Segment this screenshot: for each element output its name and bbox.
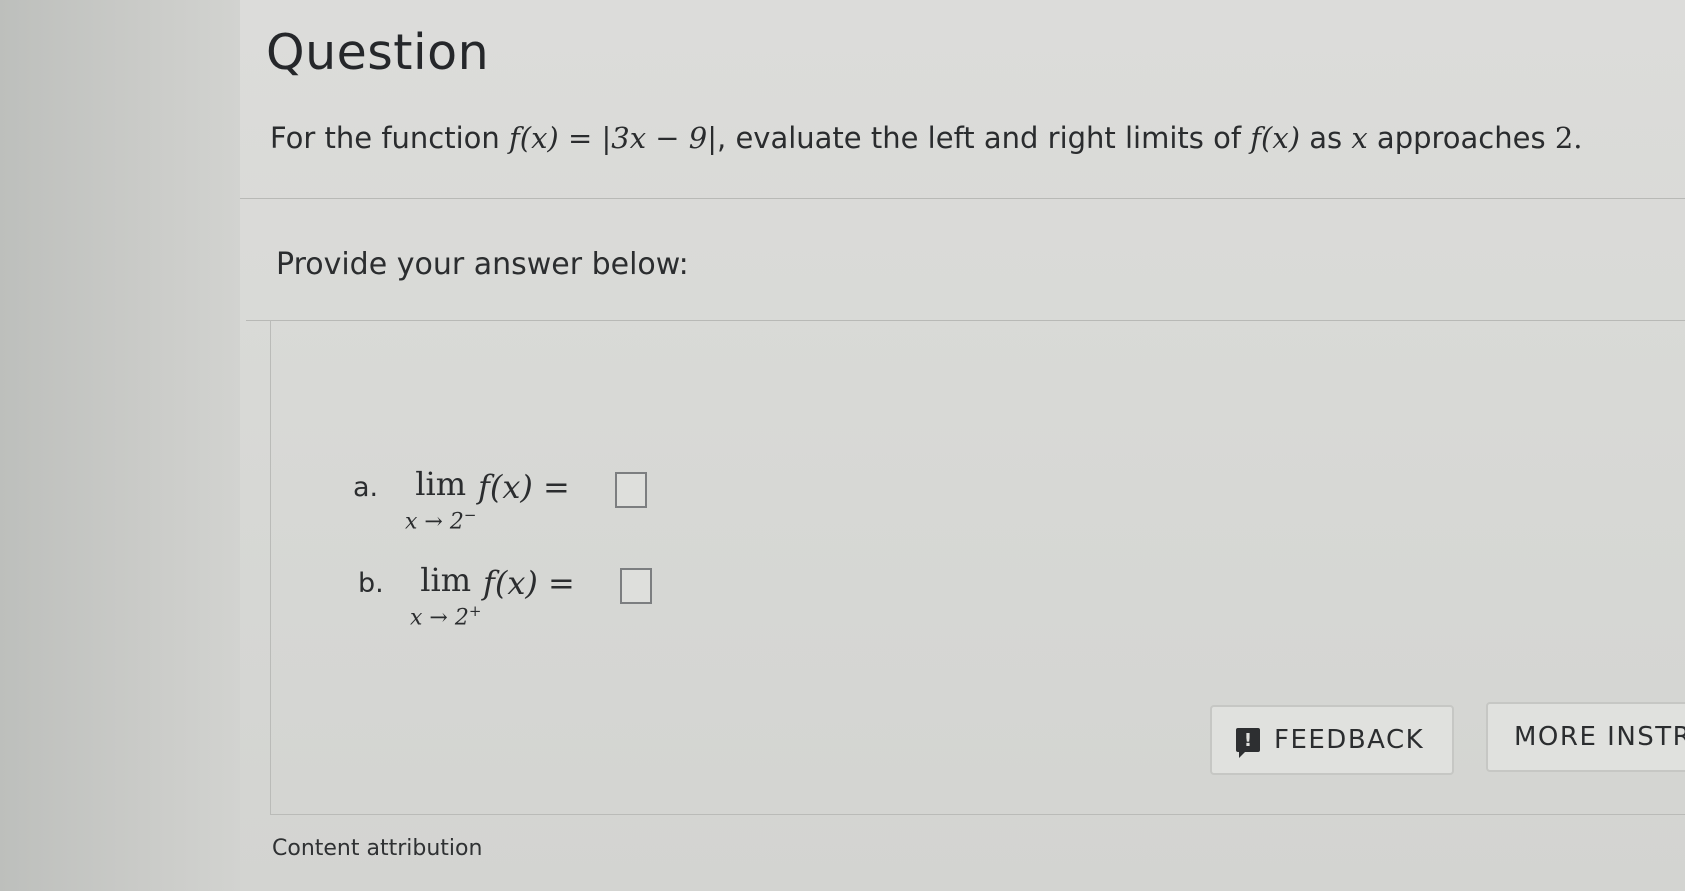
limit-operator: lim x → 2− <box>405 466 476 534</box>
answer-part-a: a. lim x → 2− f(x) = <box>353 466 673 546</box>
prompt-text-middle: , evaluate the left and right limits of <box>717 121 1251 155</box>
limit-target: f(x) <box>1250 121 1301 155</box>
lim-subscript: x → 2− <box>405 506 476 534</box>
answer-input-b[interactable] <box>620 568 652 604</box>
limit-expression: f(x) = <box>478 468 570 506</box>
lim-word: lim <box>415 465 467 503</box>
answer-heading: Provide your answer below: <box>276 247 689 282</box>
lim-approach: x → 2 <box>410 605 469 631</box>
limit-expression: f(x) = <box>483 564 575 602</box>
limit-operator: lim x → 2+ <box>410 562 481 630</box>
more-instructions-label: MORE INSTR <box>1514 722 1685 752</box>
part-letter: a. <box>353 472 379 503</box>
more-instructions-button[interactable]: MORE INSTR <box>1486 702 1685 772</box>
function-expression: f(x) = |3x − 9| <box>509 121 718 155</box>
prompt-text-as: as <box>1300 121 1352 155</box>
answer-input-a[interactable] <box>615 472 647 508</box>
question-prompt: For the function f(x) = |3x − 9|, evalua… <box>270 120 1582 156</box>
feedback-label: FEEDBACK <box>1274 725 1425 755</box>
left-margin <box>0 0 240 891</box>
feedback-icon: ! <box>1236 728 1260 758</box>
lim-side: − <box>463 506 477 524</box>
approach-value: 2. <box>1554 121 1583 155</box>
divider-top <box>240 198 1685 199</box>
prompt-text-before: For the function <box>270 121 510 155</box>
answer-part-b: b. lim x → 2+ f(x) = <box>358 562 678 642</box>
lim-subscript: x → 2+ <box>410 602 481 630</box>
variable: x <box>1351 121 1368 155</box>
feedback-button[interactable]: ! FEEDBACK <box>1210 705 1454 775</box>
lim-side: + <box>468 602 482 620</box>
prompt-text-approaches: approaches <box>1367 121 1555 155</box>
page-title: Question <box>266 24 490 81</box>
content-attribution-link[interactable]: Content attribution <box>272 836 482 861</box>
part-letter: b. <box>358 568 384 599</box>
lim-approach: x → 2 <box>405 509 464 535</box>
lim-word: lim <box>420 561 472 599</box>
